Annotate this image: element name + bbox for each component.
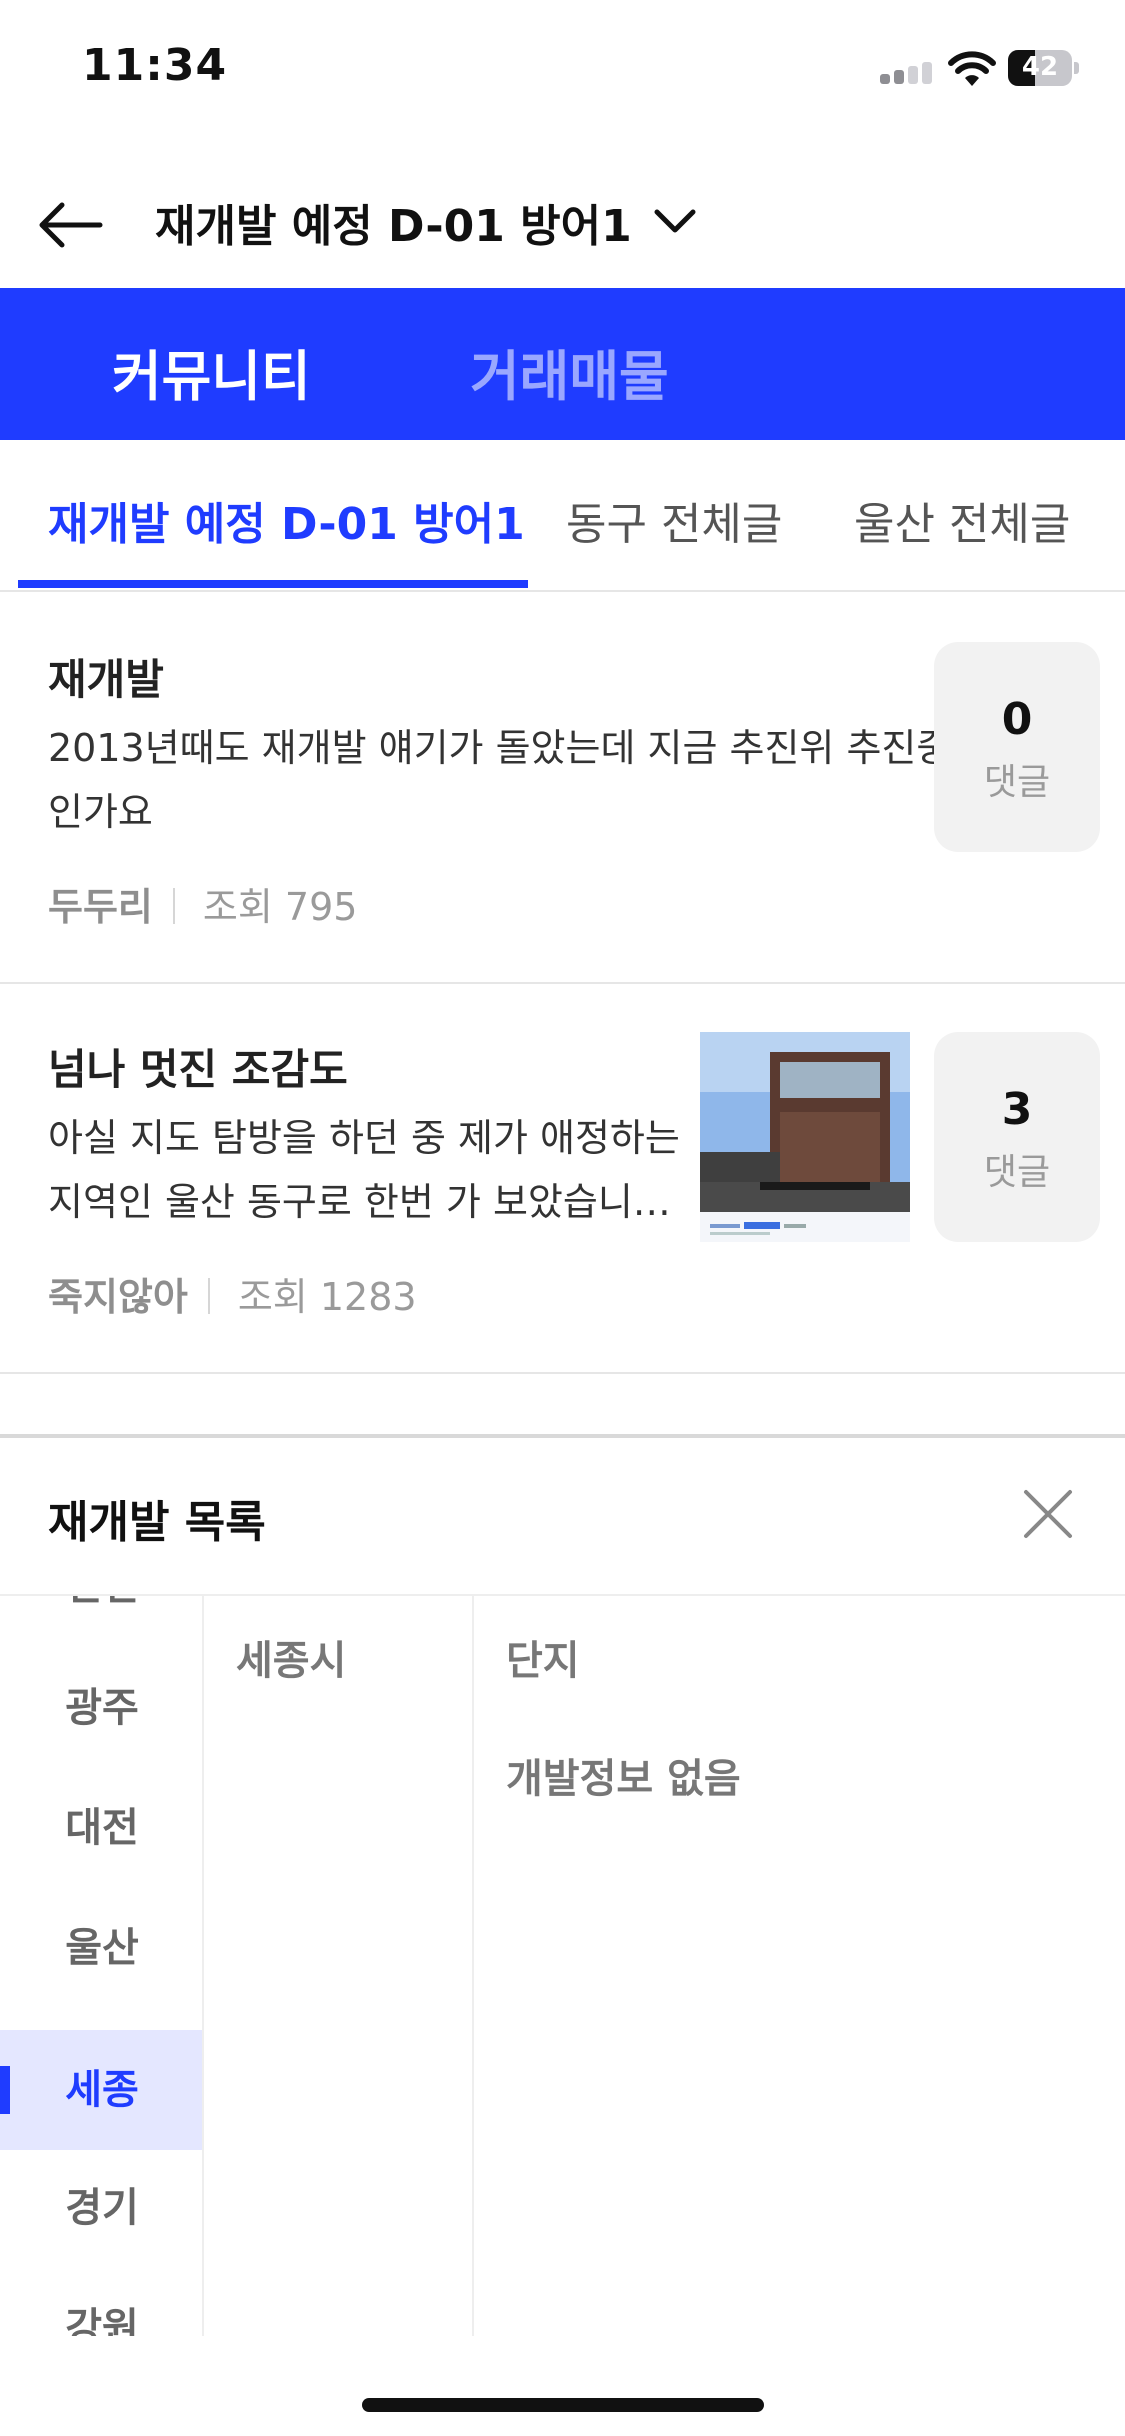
post-item[interactable]: 재개발 2013년때도 재개발 얘기가 돌았는데 지금 추진위 추진중 인가요 … — [0, 594, 1125, 984]
post-meta: 두두리 조회 795 — [48, 876, 357, 931]
wifi-icon — [948, 51, 996, 86]
post-meta: 죽지않아 조회 1283 — [48, 1266, 417, 1321]
post-title: 넘나 멋진 조감도 — [48, 1045, 348, 1094]
complex-list: 단지 개발정보 없음 — [476, 1596, 1125, 2336]
post-item[interactable]: 넘나 멋진 조감도 아실 지도 탐방을 하던 중 제가 애정하는 지역인 울산 … — [0, 984, 1125, 1374]
tab-community[interactable]: 커뮤니티 — [112, 332, 311, 411]
region-item-ulsan[interactable]: 울산 — [0, 1888, 202, 2008]
sub-tab-complex[interactable]: 재개발 예정 D-01 방어1 — [48, 488, 525, 552]
region-list[interactable]: 인천 광주 대전 울산 세종 경기 강원 — [0, 1596, 204, 2336]
region-item-gyeonggi[interactable]: 경기 — [0, 2148, 202, 2268]
comment-label: 댓글 — [983, 1152, 1051, 1193]
sub-tab-donggu[interactable]: 동구 전체글 — [566, 488, 782, 552]
post-body: 2013년때도 재개발 얘기가 돌았는데 지금 추진위 추진중 인가요 — [48, 716, 951, 844]
city-list[interactable]: 세종시 — [206, 1596, 474, 2336]
post-body-line: 인가요 — [48, 790, 153, 834]
active-tab-indicator — [18, 580, 528, 588]
sub-tab-bar: 재개발 예정 D-01 방어1 동구 전체글 울산 전체글 — [0, 440, 1125, 592]
main-tab-bar: 커뮤니티 거래매물 — [0, 288, 1125, 440]
comment-count-box[interactable]: 3 댓글 — [934, 1032, 1100, 1242]
tab-listings[interactable]: 거래매물 — [470, 332, 669, 411]
region-item-gangwon[interactable]: 강원 — [0, 2268, 202, 2336]
comment-count-box[interactable]: 0 댓글 — [934, 642, 1100, 852]
sheet-header: 재개발 목록 — [0, 1438, 1125, 1596]
sub-tab-ulsan[interactable]: 울산 전체글 — [854, 488, 1070, 552]
region-item-gwangju[interactable]: 광주 — [0, 1648, 202, 1768]
post-author: 두두리 — [48, 885, 153, 929]
battery-icon: 42 — [1008, 50, 1080, 90]
post-body-line: 2013년때도 재개발 얘기가 돌았는데 지금 추진위 추진중 — [48, 726, 952, 770]
status-time: 11:34 — [82, 40, 228, 91]
city-item-sejong[interactable]: 세종시 — [236, 1628, 346, 1686]
page-title[interactable]: 재개발 예정 D-01 방어1 — [155, 190, 632, 254]
comment-count: 3 — [1001, 1084, 1033, 1135]
chevron-down-icon[interactable] — [645, 192, 705, 252]
post-views: 조회 1283 — [237, 1275, 417, 1319]
post-author: 죽지않아 — [48, 1275, 188, 1319]
complex-empty-message: 개발정보 없음 — [506, 1756, 741, 1802]
region-item-sejong[interactable]: 세종 — [0, 2030, 202, 2150]
post-title: 재개발 — [48, 655, 164, 704]
post-thumbnail-image[interactable] — [700, 1032, 910, 1242]
complex-header: 단지 — [506, 1638, 580, 1684]
nav-header: 재개발 예정 D-01 방어1 — [0, 160, 1125, 290]
post-body-line: 아실 지도 탐방을 하던 중 제가 애정하는 — [48, 1116, 680, 1160]
post-body-line: 지역인 울산 동구로 한번 가 보았습니… — [48, 1180, 671, 1224]
back-arrow-icon[interactable] — [30, 185, 110, 265]
sheet-title: 재개발 목록 — [48, 1497, 266, 1548]
region-item-daejeon[interactable]: 대전 — [0, 1768, 202, 1888]
home-indicator[interactable] — [362, 2398, 764, 2412]
page: 11:34 42 재개발 예정 D-01 방어1 커뮤니티 거래매물 재개발 예… — [0, 0, 1125, 2436]
comment-count: 0 — [1001, 694, 1033, 745]
cellular-signal-icon — [880, 62, 936, 84]
region-item-incheon[interactable]: 인천 — [0, 1596, 202, 1646]
post-body: 아실 지도 탐방을 하던 중 제가 애정하는 지역인 울산 동구로 한번 가 보… — [48, 1106, 680, 1234]
post-views: 조회 795 — [202, 885, 358, 929]
comment-label: 댓글 — [983, 762, 1051, 803]
close-icon[interactable] — [1020, 1486, 1076, 1542]
status-bar: 11:34 42 — [0, 0, 1125, 140]
battery-level: 42 — [1021, 52, 1059, 82]
